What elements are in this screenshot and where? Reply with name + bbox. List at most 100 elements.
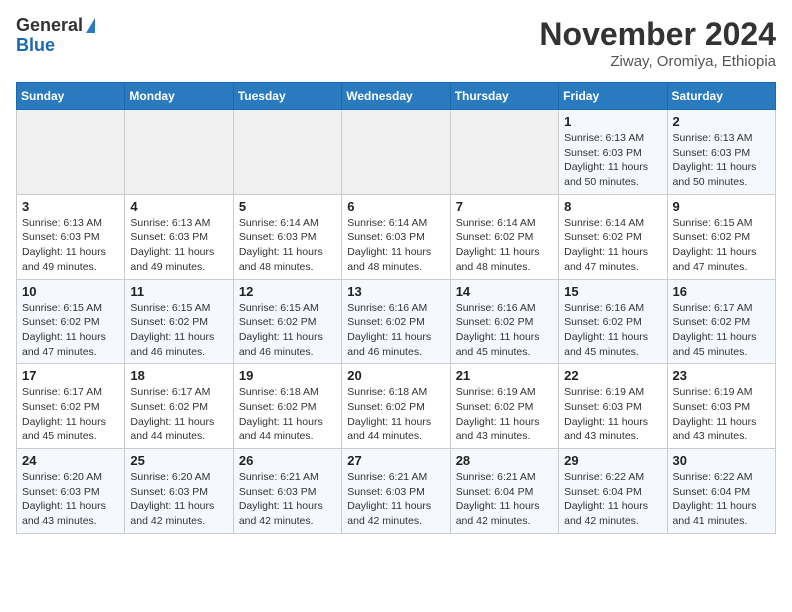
- calendar-cell: 23 Sunrise: 6:19 AM Sunset: 6:03 PM Dayli…: [667, 364, 775, 449]
- calendar-cell: 22Sunrise: 6:19 AM Sunset: 6:03 PM Dayli…: [559, 364, 667, 449]
- day-number: 13: [347, 284, 444, 299]
- day-number: 23: [673, 368, 770, 383]
- calendar-cell: 17 Sunrise: 6:17 AM Sunset: 6:02 PM Dayli…: [17, 364, 125, 449]
- day-number: 26: [239, 453, 336, 468]
- weekday-header-friday: Friday: [559, 83, 667, 110]
- day-info-text: Sunrise: 6:14 AM Sunset: 6:03 PM Dayligh…: [239, 216, 336, 275]
- calendar-cell: 18Sunrise: 6:17 AM Sunset: 6:02 PM Dayli…: [125, 364, 233, 449]
- calendar-cell: 8Sunrise: 6:14 AM Sunset: 6:02 PM Daylig…: [559, 194, 667, 279]
- calendar-cell: 1Sunrise: 6:13 AM Sunset: 6:03 PM Daylig…: [559, 110, 667, 195]
- calendar-cell: 9 Sunrise: 6:15 AM Sunset: 6:02 PM Daylig…: [667, 194, 775, 279]
- weekday-header-thursday: Thursday: [450, 83, 558, 110]
- day-number: 28: [456, 453, 553, 468]
- calendar-week-row: 24 Sunrise: 6:20 AM Sunset: 6:03 PM Dayli…: [17, 449, 776, 534]
- day-info-text: Sunrise: 6:15 AM Sunset: 6:02 PM Dayligh…: [22, 301, 119, 360]
- calendar-cell: 3 Sunrise: 6:13 AM Sunset: 6:03 PM Daylig…: [17, 194, 125, 279]
- weekday-header-wednesday: Wednesday: [342, 83, 450, 110]
- day-number: 16: [673, 284, 770, 299]
- calendar-cell: 12 Sunrise: 6:15 AM Sunset: 6:02 PM Dayli…: [233, 279, 341, 364]
- logo-blue-text: Blue: [16, 36, 95, 56]
- calendar-cell: 26 Sunrise: 6:21 AM Sunset: 6:03 PM Dayli…: [233, 449, 341, 534]
- day-number: 3: [22, 199, 119, 214]
- calendar-cell: 14Sunrise: 6:16 AM Sunset: 6:02 PM Dayli…: [450, 279, 558, 364]
- day-number: 25: [130, 453, 227, 468]
- day-number: 17: [22, 368, 119, 383]
- day-number: 19: [239, 368, 336, 383]
- calendar-cell: 5Sunrise: 6:14 AM Sunset: 6:03 PM Daylig…: [233, 194, 341, 279]
- calendar-cell: 7 Sunrise: 6:14 AM Sunset: 6:02 PM Daylig…: [450, 194, 558, 279]
- day-number: 9: [673, 199, 770, 214]
- calendar-cell: 29 Sunrise: 6:22 AM Sunset: 6:04 PM Dayli…: [559, 449, 667, 534]
- weekday-header-saturday: Saturday: [667, 83, 775, 110]
- calendar-cell: [17, 110, 125, 195]
- day-info-text: Sunrise: 6:13 AM Sunset: 6:03 PM Dayligh…: [673, 131, 770, 190]
- day-number: 11: [130, 284, 227, 299]
- calendar-cell: 2 Sunrise: 6:13 AM Sunset: 6:03 PM Daylig…: [667, 110, 775, 195]
- calendar-cell: 27 Sunrise: 6:21 AM Sunset: 6:03 PM Dayli…: [342, 449, 450, 534]
- calendar-cell: 6Sunrise: 6:14 AM Sunset: 6:03 PM Daylig…: [342, 194, 450, 279]
- day-number: 24: [22, 453, 119, 468]
- calendar-cell: [450, 110, 558, 195]
- day-number: 22: [564, 368, 661, 383]
- day-number: 21: [456, 368, 553, 383]
- calendar-cell: 10 Sunrise: 6:15 AM Sunset: 6:02 PM Dayli…: [17, 279, 125, 364]
- day-number: 12: [239, 284, 336, 299]
- calendar-week-row: 1 Sunrise: 6:13 AM Sunset: 6:03 PM Daylig…: [17, 110, 776, 195]
- day-number: 18: [130, 368, 227, 383]
- weekday-header-sunday: Sunday: [17, 83, 125, 110]
- day-info-text: Sunrise: 6:19 AM Sunset: 6:03 PM Dayligh…: [673, 385, 770, 444]
- day-number: 10: [22, 284, 119, 299]
- calendar-cell: 25 Sunrise: 6:20 AM Sunset: 6:03 PM Dayli…: [125, 449, 233, 534]
- day-number: 30: [673, 453, 770, 468]
- location-text: Ziway, Oromiya, Ethiopia: [539, 53, 776, 70]
- logo-general-text: General: [16, 16, 83, 36]
- weekday-header-tuesday: Tuesday: [233, 83, 341, 110]
- day-number: 7: [456, 199, 553, 214]
- day-info-text: Sunrise: 6:18 AM Sunset: 6:02 PM Dayligh…: [347, 385, 444, 444]
- day-number: 27: [347, 453, 444, 468]
- day-number: 29: [564, 453, 661, 468]
- logo: General Blue: [16, 16, 95, 56]
- day-info-text: Sunrise: 6:19 AM Sunset: 6:02 PM Dayligh…: [456, 385, 553, 444]
- calendar-cell: [125, 110, 233, 195]
- day-info-text: Sunrise: 6:22 AM Sunset: 6:04 PM Dayligh…: [564, 470, 661, 529]
- title-block: November 2024 Ziway, Oromiya, Ethiopia: [539, 16, 776, 70]
- day-info-text: Sunrise: 6:14 AM Sunset: 6:02 PM Dayligh…: [564, 216, 661, 275]
- calendar-week-row: 3 Sunrise: 6:13 AM Sunset: 6:03 PM Daylig…: [17, 194, 776, 279]
- calendar-cell: 21 Sunrise: 6:19 AM Sunset: 6:02 PM Dayli…: [450, 364, 558, 449]
- day-info-text: Sunrise: 6:22 AM Sunset: 6:04 PM Dayligh…: [673, 470, 770, 529]
- day-info-text: Sunrise: 6:21 AM Sunset: 6:04 PM Dayligh…: [456, 470, 553, 529]
- calendar-cell: [342, 110, 450, 195]
- calendar-cell: 28 Sunrise: 6:21 AM Sunset: 6:04 PM Dayli…: [450, 449, 558, 534]
- day-info-text: Sunrise: 6:17 AM Sunset: 6:02 PM Dayligh…: [22, 385, 119, 444]
- day-info-text: Sunrise: 6:20 AM Sunset: 6:03 PM Dayligh…: [130, 470, 227, 529]
- day-info-text: Sunrise: 6:15 AM Sunset: 6:02 PM Dayligh…: [130, 301, 227, 360]
- day-info-text: Sunrise: 6:21 AM Sunset: 6:03 PM Dayligh…: [239, 470, 336, 529]
- day-info-text: Sunrise: 6:21 AM Sunset: 6:03 PM Dayligh…: [347, 470, 444, 529]
- calendar-cell: 15Sunrise: 6:16 AM Sunset: 6:02 PM Dayli…: [559, 279, 667, 364]
- calendar-cell: 13Sunrise: 6:16 AM Sunset: 6:02 PM Dayli…: [342, 279, 450, 364]
- day-info-text: Sunrise: 6:18 AM Sunset: 6:02 PM Dayligh…: [239, 385, 336, 444]
- calendar-cell: 24 Sunrise: 6:20 AM Sunset: 6:03 PM Dayli…: [17, 449, 125, 534]
- calendar-cell: 16Sunrise: 6:17 AM Sunset: 6:02 PM Dayli…: [667, 279, 775, 364]
- day-number: 4: [130, 199, 227, 214]
- day-info-text: Sunrise: 6:13 AM Sunset: 6:03 PM Dayligh…: [22, 216, 119, 275]
- day-number: 2: [673, 114, 770, 129]
- calendar-cell: 20Sunrise: 6:18 AM Sunset: 6:02 PM Dayli…: [342, 364, 450, 449]
- day-info-text: Sunrise: 6:20 AM Sunset: 6:03 PM Dayligh…: [22, 470, 119, 529]
- day-info-text: Sunrise: 6:15 AM Sunset: 6:02 PM Dayligh…: [239, 301, 336, 360]
- calendar-cell: [233, 110, 341, 195]
- month-year-heading: November 2024: [539, 16, 776, 53]
- calendar-cell: 19 Sunrise: 6:18 AM Sunset: 6:02 PM Dayli…: [233, 364, 341, 449]
- page-header: General Blue November 2024 Ziway, Oromiy…: [16, 16, 776, 70]
- calendar-week-row: 10 Sunrise: 6:15 AM Sunset: 6:02 PM Dayli…: [17, 279, 776, 364]
- calendar-week-row: 17 Sunrise: 6:17 AM Sunset: 6:02 PM Dayli…: [17, 364, 776, 449]
- day-number: 1: [564, 114, 661, 129]
- day-number: 15: [564, 284, 661, 299]
- day-info-text: Sunrise: 6:15 AM Sunset: 6:02 PM Dayligh…: [673, 216, 770, 275]
- logo-triangle-icon: [86, 18, 95, 33]
- calendar-cell: 30 Sunrise: 6:22 AM Sunset: 6:04 PM Dayli…: [667, 449, 775, 534]
- calendar-cell: 4Sunrise: 6:13 AM Sunset: 6:03 PM Daylig…: [125, 194, 233, 279]
- weekday-header-monday: Monday: [125, 83, 233, 110]
- day-info-text: Sunrise: 6:14 AM Sunset: 6:02 PM Dayligh…: [456, 216, 553, 275]
